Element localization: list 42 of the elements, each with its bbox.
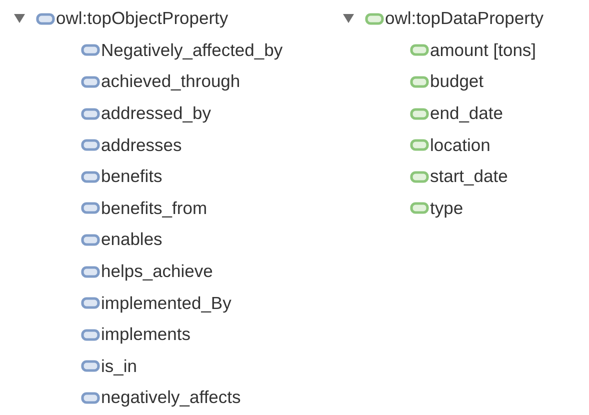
- tree-node-label[interactable]: budget: [430, 71, 484, 92]
- property-icon: [365, 12, 384, 25]
- property-icon: [81, 170, 100, 183]
- tree-node-label[interactable]: type: [430, 198, 464, 219]
- tree-node-label[interactable]: location: [430, 134, 490, 156]
- property-icon: [81, 139, 100, 152]
- property-icon: [410, 170, 429, 183]
- tree-node-label[interactable]: Negatively_affected_by: [101, 40, 283, 61]
- property-icon: [410, 44, 429, 56]
- tree-node-label[interactable]: end_date: [430, 103, 503, 124]
- property-icon: [410, 108, 429, 120]
- tree-node-label[interactable]: enables: [101, 229, 162, 250]
- property-icon: [81, 108, 100, 120]
- tree-node-label[interactable]: implements: [101, 324, 190, 346]
- expand-triangle-icon[interactable]: [343, 13, 354, 24]
- property-icon: [81, 202, 100, 214]
- tree-node-label[interactable]: implemented_By: [101, 292, 232, 314]
- tree-node-label[interactable]: helps_achieve: [101, 261, 213, 282]
- tree-node-label[interactable]: amount [tons]: [430, 40, 536, 61]
- tree-node-label[interactable]: benefits_from: [101, 198, 208, 219]
- property-icon: [410, 202, 429, 214]
- tree-node-label[interactable]: negatively_affects: [101, 387, 241, 408]
- property-icon: [81, 328, 100, 341]
- property-icon: [410, 76, 429, 88]
- tree-node-label[interactable]: addresses: [101, 134, 182, 156]
- tree-node-label[interactable]: achieved_through: [101, 71, 240, 92]
- property-icon: [410, 139, 429, 152]
- tree-node-label[interactable]: benefits: [101, 166, 162, 188]
- tree-node-label[interactable]: owl:topDataProperty: [385, 8, 544, 30]
- tree-node-label[interactable]: start_date: [430, 166, 508, 188]
- expand-triangle-icon[interactable]: [14, 13, 25, 24]
- property-icon: [81, 297, 100, 310]
- property-icon: [81, 76, 100, 88]
- property-icon: [36, 12, 55, 25]
- property-icon: [81, 234, 100, 246]
- tree-node-label[interactable]: addressed_by: [101, 103, 211, 124]
- property-icon: [81, 392, 100, 404]
- tree-node-label[interactable]: owl:topObjectProperty: [56, 8, 228, 30]
- tree-node-label[interactable]: is_in: [101, 356, 137, 377]
- property-icon: [81, 266, 100, 278]
- property-icon: [81, 360, 100, 372]
- property-icon: [81, 44, 100, 56]
